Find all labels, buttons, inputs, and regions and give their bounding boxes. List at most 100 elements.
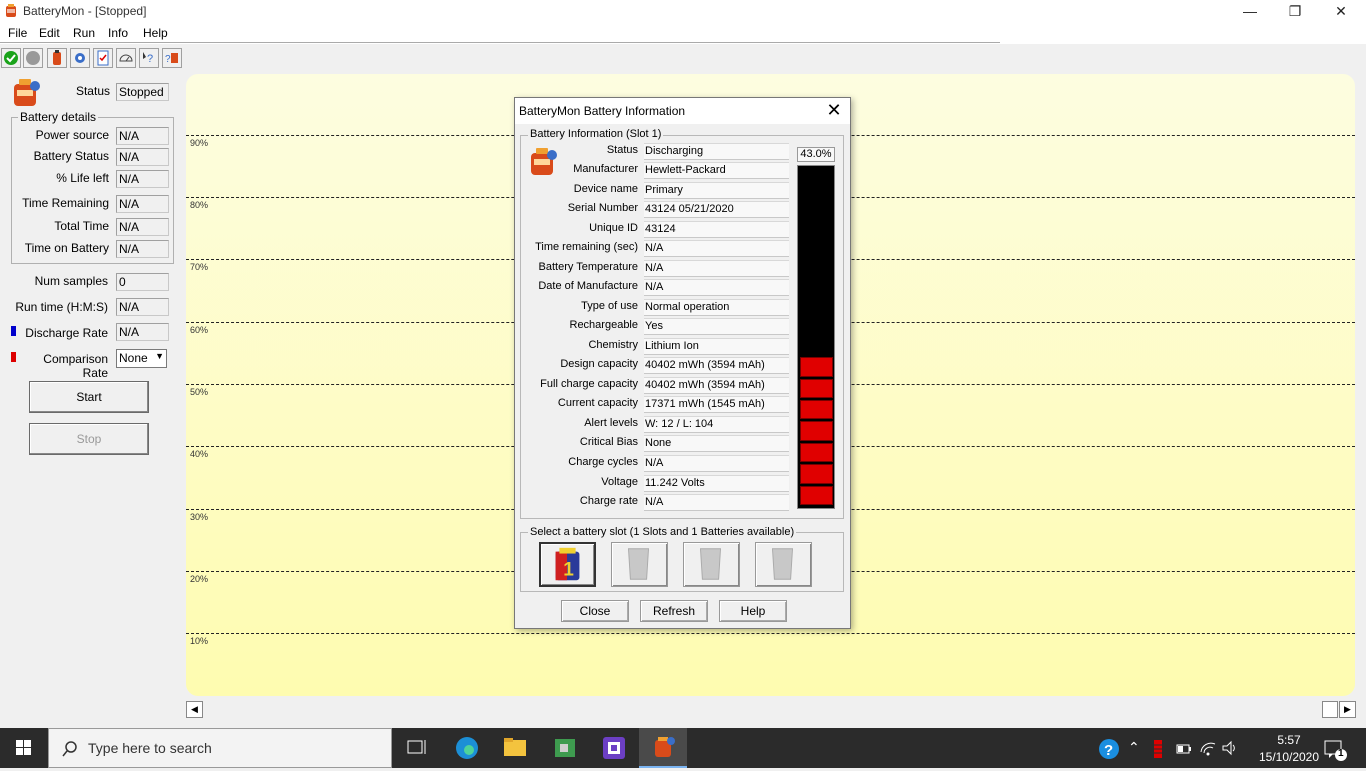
charge-gauge-segment bbox=[800, 485, 833, 505]
grey-circle-icon bbox=[26, 51, 40, 65]
row-label: Manufacturer bbox=[573, 163, 638, 175]
charge-gauge-segment bbox=[800, 464, 833, 484]
battery-icon bbox=[53, 50, 61, 65]
menu-info[interactable]: Info bbox=[108, 26, 128, 40]
hardware-app-taskbar-button[interactable] bbox=[541, 728, 589, 768]
row-value: Hewlett-Packard bbox=[644, 162, 789, 179]
status-value: Stopped bbox=[116, 83, 169, 101]
empty-slot-icon bbox=[627, 548, 650, 580]
help-circle-icon[interactable]: ? bbox=[1098, 738, 1120, 760]
run-time-value: N/A bbox=[116, 298, 169, 316]
circuit-board-icon bbox=[555, 739, 575, 757]
gridline-label-20: 20% bbox=[190, 574, 209, 584]
close-button[interactable]: ✕ bbox=[1318, 0, 1364, 24]
charge-gauge bbox=[797, 165, 835, 509]
help-pointer-icon: ? bbox=[143, 52, 153, 65]
battery-info-group-title: Battery Information (Slot 1) bbox=[528, 128, 664, 140]
minimize-button[interactable]: — bbox=[1227, 0, 1273, 24]
settings-toolbar-button[interactable] bbox=[70, 48, 90, 68]
charge-gauge-segment bbox=[800, 378, 833, 398]
charge-gauge-segment bbox=[800, 421, 833, 441]
row-label: Rechargeable bbox=[569, 319, 639, 331]
battery-slot-3[interactable] bbox=[683, 542, 740, 587]
clock-time[interactable]: 5:57 bbox=[1264, 733, 1314, 747]
edge-taskbar-button[interactable] bbox=[443, 728, 491, 768]
menu-help[interactable]: Help bbox=[143, 26, 168, 40]
power-battery-icon[interactable] bbox=[1176, 742, 1192, 756]
task-view-button[interactable] bbox=[392, 728, 440, 768]
row-label: Alert levels bbox=[584, 417, 638, 429]
file-explorer-taskbar-button[interactable] bbox=[491, 728, 539, 768]
scroll-right-arrow-icon[interactable]: ▶ bbox=[1339, 701, 1356, 718]
row-value: N/A bbox=[644, 455, 789, 472]
dialog-close-icon[interactable]: ✕ bbox=[821, 100, 847, 122]
battery-tray-icon[interactable] bbox=[1152, 739, 1164, 759]
gridline-label-90: 90% bbox=[190, 138, 209, 148]
menu-file[interactable]: File bbox=[8, 26, 27, 40]
refresh-button[interactable]: Refresh bbox=[640, 600, 708, 622]
stop-toolbar-button[interactable] bbox=[23, 48, 43, 68]
row-label: Voltage bbox=[601, 476, 638, 488]
row-value: None bbox=[644, 435, 789, 452]
start-button[interactable] bbox=[0, 728, 48, 768]
charge-percent: 43.0% bbox=[797, 147, 835, 162]
charge-gauge-segment bbox=[800, 400, 833, 420]
comparison-rate-select[interactable]: None ▼ bbox=[116, 349, 167, 368]
gridline-label-30: 30% bbox=[190, 512, 209, 522]
menu-edit[interactable]: Edit bbox=[39, 26, 60, 40]
slot-select-title: Select a battery slot (1 Slots and 1 Bat… bbox=[528, 526, 797, 538]
title-bar: BatteryMon - [Stopped] — ❐ ✕ bbox=[0, 0, 1366, 24]
gauge-toolbar-button[interactable] bbox=[116, 48, 136, 68]
start-toolbar-button[interactable] bbox=[1, 48, 21, 68]
empty-slot-icon bbox=[699, 548, 722, 580]
folder-icon bbox=[504, 738, 526, 756]
restore-button[interactable]: ❐ bbox=[1272, 0, 1318, 24]
dialog-title: BatteryMon Battery Information bbox=[519, 104, 686, 118]
chevron-up-icon[interactable]: ⌃ bbox=[1128, 739, 1140, 756]
row-value: 17371 mWh (1545 mAh) bbox=[644, 396, 789, 413]
battery-slot-4[interactable] bbox=[755, 542, 812, 587]
row-label: Type of use bbox=[581, 300, 638, 312]
cpu-app-taskbar-button[interactable] bbox=[590, 728, 638, 768]
chevron-down-icon: ▼ bbox=[155, 351, 164, 361]
gridline-10 bbox=[186, 633, 1355, 634]
scroll-left-arrow-icon[interactable]: ◀ bbox=[186, 701, 203, 718]
batterymon-taskbar-button[interactable] bbox=[639, 728, 687, 768]
slot-number: 1 bbox=[563, 559, 574, 580]
start-button[interactable]: Start bbox=[29, 381, 149, 413]
battery-logo-icon bbox=[14, 79, 40, 106]
volume-icon[interactable] bbox=[1221, 740, 1239, 756]
battery-slot-1[interactable]: 1 bbox=[539, 542, 596, 587]
stop-button[interactable]: Stop bbox=[29, 423, 149, 455]
time-on-battery-label: Time on Battery bbox=[24, 241, 109, 255]
help-button[interactable]: Help bbox=[719, 600, 787, 622]
svg-text:?: ? bbox=[165, 54, 171, 65]
horizontal-scrollbar[interactable] bbox=[186, 701, 1356, 718]
discharge-rate-label: Discharge Rate bbox=[25, 326, 108, 340]
close-dialog-button[interactable]: Close bbox=[561, 600, 629, 622]
battery-slot-2[interactable] bbox=[611, 542, 668, 587]
power-source-value: N/A bbox=[116, 127, 169, 145]
battery-details-title: Battery details bbox=[18, 110, 99, 124]
row-label: Charge cycles bbox=[568, 456, 638, 468]
menu-separator bbox=[0, 42, 1000, 43]
wifi-icon[interactable] bbox=[1199, 740, 1217, 756]
battery-slot-icon: 1 bbox=[555, 547, 580, 580]
comparison-rate-value: None bbox=[119, 351, 148, 365]
row-label: Status bbox=[606, 144, 638, 156]
menu-run[interactable]: Run bbox=[73, 26, 95, 40]
comparison-rate-label: Comparison Rate bbox=[43, 352, 108, 380]
search-placeholder: Type here to search bbox=[88, 740, 212, 756]
notification-center-button[interactable]: 1 bbox=[1322, 736, 1348, 762]
row-value: W: 12 / L: 104 bbox=[644, 416, 789, 433]
battery-info-toolbar-button[interactable] bbox=[47, 48, 67, 68]
about-toolbar-button[interactable]: ? bbox=[162, 48, 182, 68]
row-value: N/A bbox=[644, 260, 789, 277]
total-time-value: N/A bbox=[116, 218, 169, 236]
help-toolbar-button[interactable]: ? bbox=[139, 48, 159, 68]
discharge-rate-value: N/A bbox=[116, 323, 169, 341]
svg-text:?: ? bbox=[1104, 742, 1113, 759]
clock-date[interactable]: 15/10/2020 bbox=[1249, 750, 1329, 764]
checklist-toolbar-button[interactable] bbox=[93, 48, 113, 68]
scroll-thumb[interactable] bbox=[1322, 701, 1338, 718]
